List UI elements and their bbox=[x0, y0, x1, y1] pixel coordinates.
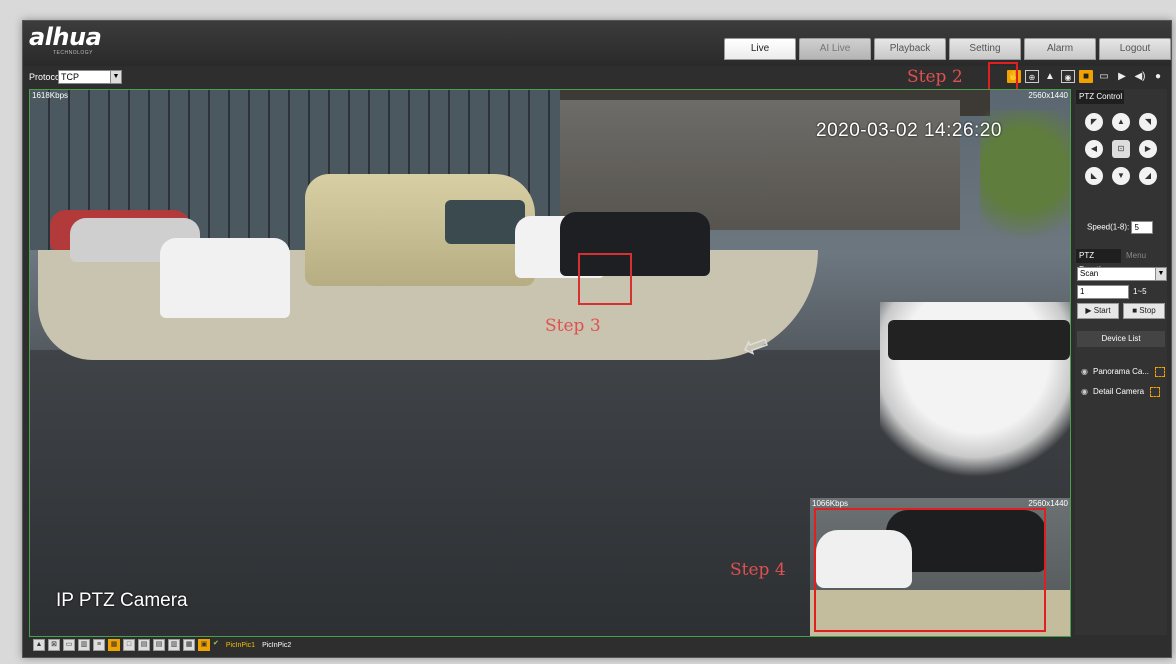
stop-button[interactable]: ■ Stop bbox=[1123, 303, 1165, 319]
device-name: Detail Camera bbox=[1092, 387, 1145, 397]
camera-icon: ◉ bbox=[1081, 387, 1088, 397]
live-toolbar: Protocol TCP ▼ Step 2 ✋ ⊕ ▲ ◉ ■ ▭ ▶ ◀) ● bbox=[23, 62, 1171, 94]
device-list-header: Device List bbox=[1077, 331, 1165, 347]
device-name: Panorama Ca... bbox=[1092, 367, 1150, 377]
stream-icon[interactable]: ≡ bbox=[93, 639, 105, 651]
step-4-annotation: Step 4 bbox=[730, 560, 786, 580]
video-timestamp: 2020-03-02 14:26:20 bbox=[816, 120, 1002, 141]
brand-logo: alhua bbox=[29, 23, 102, 51]
layout-single-icon[interactable]: □ bbox=[123, 639, 135, 651]
ratio-icon[interactable]: ▭ bbox=[63, 639, 75, 651]
zoom-icon[interactable]: ⊕ bbox=[1025, 70, 1039, 83]
ptz-camera-band bbox=[888, 320, 1070, 360]
snapshot-icon[interactable]: ▭ bbox=[1097, 70, 1111, 83]
layout-vsplit-icon[interactable]: ▥ bbox=[168, 639, 180, 651]
video-bitrate: 1618Kbps bbox=[32, 91, 69, 100]
layout-hsplit-icon[interactable]: ▤ bbox=[153, 639, 165, 651]
layout-split-icon[interactable]: ▤ bbox=[138, 639, 150, 651]
ptz-up-button[interactable]: ▲ bbox=[1112, 113, 1130, 131]
video-icon[interactable]: ▶ bbox=[1115, 70, 1129, 83]
tab-menu[interactable]: Menu bbox=[1123, 249, 1164, 263]
layout-icons: ▲ ⊠ ▭ ▥ ≡ ▦ □ ▤ ▤ ▥ ▦ ▣ ✔ PicInPic1 PicI… bbox=[33, 639, 291, 651]
ptz-left-button[interactable]: ◀ bbox=[1085, 140, 1103, 158]
ptz-direction-pad: ◤ ▲ ◥ ◀ ⊡ ▶ ◣ ▼ ◢ bbox=[1085, 113, 1157, 185]
tab-ptz-control[interactable]: PTZ Control bbox=[1076, 90, 1124, 104]
layout-grid-icon[interactable]: ▦ bbox=[108, 639, 120, 651]
dropdown-arrow-icon: ▼ bbox=[1155, 268, 1166, 280]
tab-alarm[interactable]: Alarm bbox=[1024, 38, 1096, 60]
main-tabs: Live AI Live Playback Setting Alarm Logo… bbox=[724, 38, 1171, 60]
camera-label: IP PTZ Camera bbox=[56, 590, 188, 611]
ptz-number-input[interactable]: 1 bbox=[1077, 285, 1129, 299]
live-video[interactable]: ⇦ 1618Kbps 2560x1440 2020-03-02 14:26:20… bbox=[29, 89, 1071, 637]
ptz-function-select[interactable]: Scan ▼ bbox=[1077, 267, 1167, 281]
bottom-toolbar: ▲ ⊠ ▭ ▥ ≡ ▦ □ ▤ ▤ ▥ ▦ ▣ ✔ PicInPic1 PicI… bbox=[29, 637, 1069, 655]
tab-live[interactable]: Live bbox=[724, 38, 796, 60]
pip-icon[interactable]: ▣ bbox=[198, 639, 210, 651]
protocol-value: TCP bbox=[61, 72, 79, 82]
device-item-detail[interactable]: ◉ Detail Camera bbox=[1081, 387, 1161, 397]
select-frame-icon bbox=[1155, 367, 1166, 377]
ptz-up-right-button[interactable]: ◥ bbox=[1139, 113, 1157, 131]
parked-car bbox=[160, 238, 290, 318]
picinpic1-button[interactable]: PicInPic1 bbox=[226, 642, 255, 649]
picinpic2-button[interactable]: PicInPic2 bbox=[262, 642, 291, 649]
step-4-highlight bbox=[814, 508, 1046, 632]
layout-quad-icon[interactable]: ▦ bbox=[183, 639, 195, 651]
ptz-center-button[interactable]: ⊡ bbox=[1112, 140, 1130, 158]
bus bbox=[305, 174, 535, 286]
ratio-alt-icon[interactable]: ▥ bbox=[78, 639, 90, 651]
check-icon: ✔ bbox=[213, 640, 219, 647]
ptz-down-right-button[interactable]: ◢ bbox=[1139, 167, 1157, 185]
ptz-function-value: Scan bbox=[1080, 269, 1099, 278]
toolbar-icons: ✋ ⊕ ▲ ◉ ■ ▭ ▶ ◀) ● bbox=[1007, 70, 1165, 83]
ptz-range-label: 1~5 bbox=[1133, 287, 1147, 296]
ptz-down-left-button[interactable]: ◣ bbox=[1085, 167, 1103, 185]
step-3-annotation: Step 3 bbox=[545, 316, 601, 336]
brand-subtitle: TECHNOLOGY bbox=[53, 50, 94, 56]
stop-icon: ■ bbox=[1132, 306, 1138, 315]
camera-icon: ◉ bbox=[1081, 367, 1088, 377]
app-window: alhua TECHNOLOGY Live AI Live Playback S… bbox=[22, 20, 1172, 658]
protocol-select[interactable]: TCP ▼ bbox=[58, 70, 122, 84]
pip-bitrate: 1066Kbps bbox=[812, 499, 849, 508]
tab-setting[interactable]: Setting bbox=[949, 38, 1021, 60]
header: alhua TECHNOLOGY Live AI Live Playback S… bbox=[23, 21, 1171, 66]
record-icon[interactable]: ■ bbox=[1079, 70, 1093, 83]
person-icon[interactable]: ▲ bbox=[1043, 70, 1057, 83]
speed-select[interactable]: 5 bbox=[1131, 221, 1154, 234]
start-button[interactable]: ▶ Start bbox=[1077, 303, 1119, 319]
play-icon: ▶ bbox=[1085, 306, 1092, 315]
tab-playback[interactable]: Playback bbox=[874, 38, 946, 60]
ptz-panel: PTZ Control ◤ ▲ ◥ ◀ ⊡ ▶ ◣ ▼ ◢ Speed(1-8)… bbox=[1075, 89, 1167, 635]
ptz-right-button[interactable]: ▶ bbox=[1139, 140, 1157, 158]
volume-icon[interactable]: ◀) bbox=[1133, 70, 1147, 83]
stop-label: Stop bbox=[1139, 306, 1156, 315]
mic-icon[interactable]: ● bbox=[1151, 70, 1165, 83]
select-frame-icon bbox=[1150, 387, 1161, 397]
step-2-annotation: Step 2 bbox=[907, 67, 963, 87]
start-label: Start bbox=[1093, 306, 1111, 315]
fullscreen-icon[interactable]: ▲ bbox=[33, 639, 45, 651]
tab-logout[interactable]: Logout bbox=[1099, 38, 1171, 60]
device-item-panorama[interactable]: ◉ Panorama Ca... bbox=[1081, 367, 1166, 377]
fisheye-icon[interactable]: ◉ bbox=[1061, 70, 1075, 83]
tab-ai-live[interactable]: AI Live bbox=[799, 38, 871, 60]
bus-window bbox=[445, 200, 525, 244]
speed-label: Speed(1-8): bbox=[1087, 222, 1130, 232]
fit-icon[interactable]: ⊠ bbox=[48, 639, 60, 651]
speed-row: Speed(1-8): 5 bbox=[1087, 221, 1154, 234]
dropdown-arrow-icon: ▼ bbox=[110, 71, 121, 83]
pip-resolution: 2560x1440 bbox=[1028, 499, 1068, 508]
video-resolution: 2560x1440 bbox=[1028, 91, 1068, 100]
tab-ptz-function[interactable]: PTZ Function bbox=[1076, 249, 1121, 274]
ptz-down-button[interactable]: ▼ bbox=[1112, 167, 1130, 185]
ptz-up-left-button[interactable]: ◤ bbox=[1085, 113, 1103, 131]
step-3-highlight bbox=[578, 253, 632, 305]
